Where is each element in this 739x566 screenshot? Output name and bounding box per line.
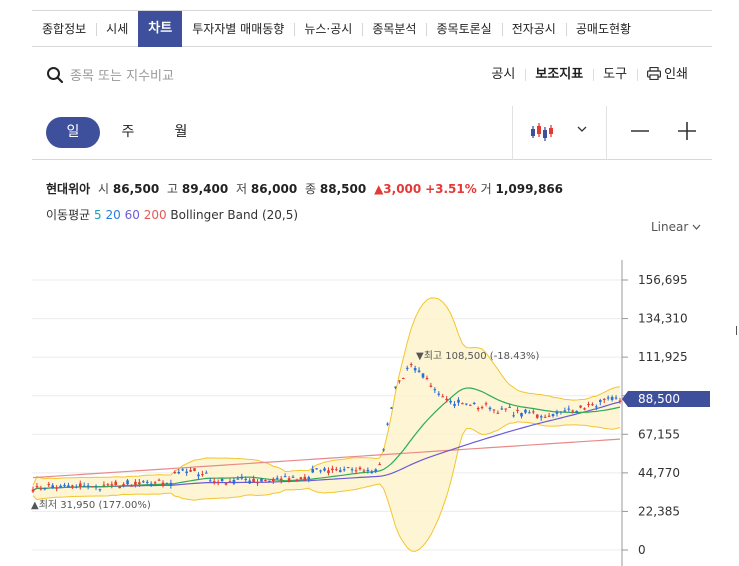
candle [346, 466, 350, 469]
ma200-label: 200 [143, 208, 167, 222]
tab-analysis[interactable]: 종목분석 [362, 11, 426, 47]
indicators-button[interactable]: 보조지표 [525, 66, 593, 84]
bollinger-band [32, 297, 621, 552]
high-label: 고 [167, 182, 179, 196]
indicator-legend: 이동평균 5 20 60 200 Bollinger Band (20,5) [46, 206, 298, 223]
chart-tools: 공시 보조지표 도구 인쇄 [481, 66, 698, 84]
tab-overview[interactable]: 종합정보 [32, 11, 96, 47]
tools-button[interactable]: 도구 [593, 66, 637, 84]
close-label: 종 [305, 182, 317, 196]
bollinger-label: Bollinger Band (20,5) [170, 208, 299, 222]
ma5-label: 5 [94, 208, 102, 222]
bollinger-upper-line [32, 297, 621, 486]
candle [386, 422, 389, 426]
y-tick-label: 67,155 [638, 427, 680, 441]
period-day-button[interactable]: 일 [46, 117, 100, 148]
tab-e-disclosure[interactable]: 전자공시 [501, 11, 566, 47]
price-chart[interactable]: 156,695 134,310 111,925 67,155 44,770 22,385 0… [0, 240, 739, 566]
y-tick-label: 156,695 [638, 273, 688, 287]
high-value: 89,400 [181, 182, 229, 196]
close-value: 88,500 [319, 182, 367, 196]
print-button[interactable]: 인쇄 [637, 66, 698, 84]
y-tick-label: 0 [638, 543, 646, 557]
search-input[interactable] [70, 66, 310, 86]
tab-quote[interactable]: 시세 [96, 11, 138, 47]
tab-chart[interactable]: 차트 [138, 11, 183, 47]
period-selector: 일 주 월 [32, 106, 712, 160]
y-tick-label: 22,385 [638, 504, 680, 518]
search-icon[interactable] [46, 66, 64, 84]
stock-tab-bar: 종합정보 시세 차트 투자자별 매매동향 뉴스·공시 종목분석 종목토론실 전자… [32, 10, 712, 47]
min-price-annotation: ▲최저 31,950 (177.00%) [31, 499, 151, 511]
volume-value: 1,099,866 [495, 182, 564, 196]
tab-short-selling[interactable]: 공매도현황 [565, 11, 641, 47]
chart-page: 종합정보 시세 차트 투자자별 매매동향 뉴스·공시 종목분석 종목토론실 전자… [0, 0, 739, 566]
candle [268, 480, 271, 482]
chevron-down-icon [692, 224, 701, 230]
current-price-label: 88,500 [638, 392, 680, 406]
low-value: 86,000 [250, 182, 298, 196]
search-row: 공시 보조지표 도구 인쇄 [46, 66, 698, 86]
open-label: 시 [98, 182, 110, 196]
change-value: ▲3,000 [374, 182, 422, 196]
current-price-marker: 88,500 [622, 391, 710, 407]
low-label: 저 [236, 182, 248, 196]
candlestick-icon[interactable] [530, 120, 556, 144]
tab-discussion[interactable]: 종목토론실 [426, 11, 501, 47]
disclosure-button[interactable]: 공시 [481, 66, 525, 84]
divider [512, 106, 513, 160]
print-label: 인쇄 [664, 67, 688, 82]
ma-label: 이동평균 [46, 208, 91, 222]
divider [606, 106, 607, 160]
y-tick-label: 134,310 [638, 312, 688, 326]
max-price-annotation: ▼최고 108,500 (-18.43%) [416, 350, 539, 362]
candle [193, 468, 196, 472]
y-axis: 156,695 134,310 111,925 67,155 44,770 22,385 0 [621, 260, 688, 566]
ma60-label: 60 [124, 208, 140, 222]
open-value: 86,500 [112, 182, 160, 196]
zoom-in-icon[interactable] [677, 120, 697, 142]
period-week-button[interactable]: 주 [116, 117, 140, 148]
period-month-button[interactable]: 월 [169, 117, 193, 148]
tab-news-disclosure[interactable]: 뉴스·공시 [294, 11, 362, 47]
zoom-out-icon[interactable] [630, 120, 650, 142]
bollinger-band-area [33, 297, 620, 552]
chevron-down-icon[interactable] [577, 125, 587, 133]
y-tick-label: 44,770 [638, 466, 680, 480]
change-percent: +3.51% [425, 182, 477, 196]
ma20-label: 20 [105, 208, 121, 222]
y-tick-label: 111,925 [638, 350, 688, 364]
tab-investor-trading[interactable]: 투자자별 매매동향 [182, 11, 294, 47]
stock-name: 현대위아 [46, 182, 91, 196]
price-summary: 현대위아 시 86,500 고 89,400 저 86,000 종 88,500… [46, 180, 567, 197]
printer-icon [647, 67, 662, 80]
divider [736, 326, 737, 335]
volume-label: 거 [480, 182, 492, 196]
scale-label: Linear [651, 220, 689, 234]
scale-dropdown[interactable]: Linear [651, 220, 701, 234]
